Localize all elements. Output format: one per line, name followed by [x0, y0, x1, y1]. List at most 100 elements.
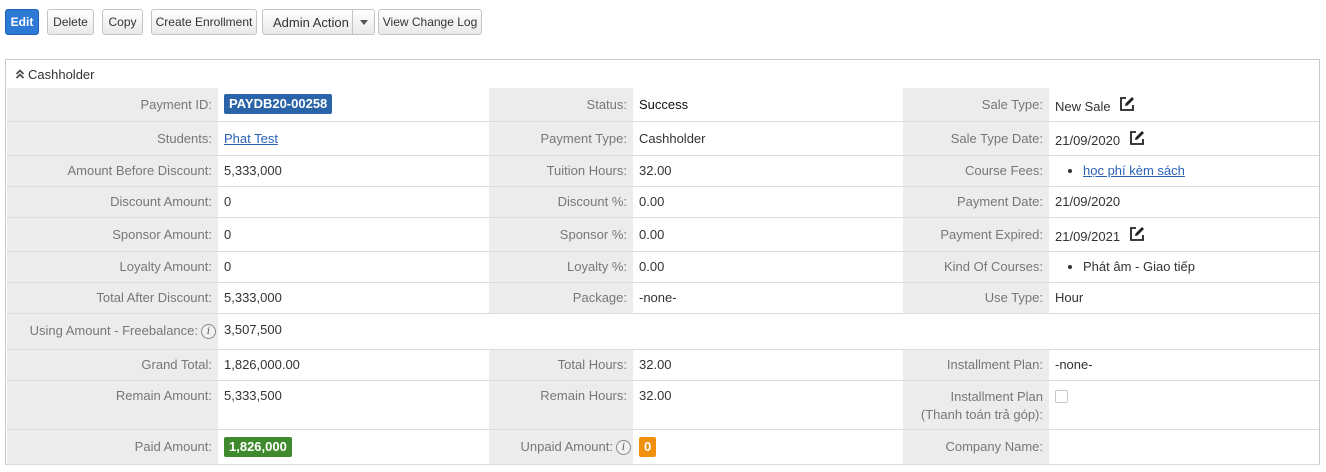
panel-header[interactable]: Cashholder	[6, 60, 1319, 88]
admin-action-button[interactable]: Admin Action	[262, 9, 375, 35]
chevron-double-up-icon[interactable]	[14, 68, 26, 80]
total-hours-value: 32.00	[633, 349, 903, 381]
paid-amount-label: Paid Amount:	[7, 429, 218, 465]
discount-pct-label: Discount %:	[489, 186, 633, 218]
edit-icon[interactable]	[1118, 95, 1136, 113]
row-payment-id: Payment ID: PAYDB20-00258 Status: Succes…	[7, 88, 1319, 122]
tuition-hours-label: Tuition Hours:	[489, 155, 633, 187]
caret-down-icon	[359, 19, 368, 25]
loyalty-amount-label: Loyalty Amount:	[7, 251, 218, 283]
row-remain: Remain Amount: 5,333,500 Remain Hours: 3…	[7, 380, 1319, 430]
info-icon[interactable]: i	[201, 324, 216, 339]
installment-plan-label: Installment Plan:	[903, 349, 1049, 381]
loyalty-pct-value: 0.00	[633, 251, 903, 283]
edit-button[interactable]: Edit	[5, 9, 39, 35]
unpaid-amount-cell: 0	[633, 429, 903, 465]
list-item: học phí kèm sách	[1083, 163, 1313, 178]
using-amount-value: 3,507,500	[218, 313, 489, 350]
package-label: Package:	[489, 282, 633, 314]
installment-plan-checkbox-cell	[1049, 380, 1319, 430]
discount-amount-value: 0	[218, 186, 489, 218]
row-using-amount: Using Amount - Freebalance: i 3,507,500	[7, 313, 1319, 350]
amount-before-discount-value: 5,333,000	[218, 155, 489, 187]
using-amount-label-cell: Using Amount - Freebalance: i	[7, 313, 218, 350]
section-title: Cashholder	[28, 66, 95, 82]
course-fees-cell: học phí kèm sách	[1049, 155, 1319, 187]
total-hours-label: Total Hours:	[489, 349, 633, 381]
payment-type-label: Payment Type:	[489, 121, 633, 156]
unpaid-amount-label-cell: Unpaid Amount: i	[489, 429, 633, 465]
copy-button[interactable]: Copy	[102, 9, 143, 35]
edit-icon[interactable]	[1128, 129, 1146, 147]
details-grid: Payment ID: PAYDB20-00258 Status: Succes…	[7, 88, 1319, 465]
sponsor-amount-label: Sponsor Amount:	[7, 217, 218, 252]
sale-type-date-value: 21/09/2020	[1055, 132, 1121, 148]
kind-of-courses-cell: Phát âm - Giao tiếp	[1049, 251, 1319, 283]
payment-expired-cell: 21/09/2021	[1049, 217, 1319, 252]
paid-amount-badge: 1,826,000	[224, 436, 292, 457]
course-fees-list: học phí kèm sách	[1055, 163, 1313, 178]
edit-icon[interactable]	[1128, 225, 1146, 243]
discount-pct-value: 0.00	[633, 186, 903, 218]
course-fee-link[interactable]: học phí kèm sách	[1083, 163, 1185, 178]
package-value: -none-	[633, 282, 903, 314]
payment-id-badge: PAYDB20-00258	[224, 94, 333, 115]
status-value: Success	[633, 88, 903, 122]
payment-date-label: Payment Date:	[903, 186, 1049, 218]
payment-date-value: 21/09/2020	[1049, 186, 1319, 218]
sale-type-label: Sale Type:	[903, 88, 1049, 122]
delete-button[interactable]: Delete	[47, 9, 94, 35]
total-after-discount-label: Total After Discount:	[7, 282, 218, 314]
grand-total-label: Grand Total:	[7, 349, 218, 381]
remain-hours-value: 32.00	[633, 380, 903, 430]
kind-of-courses-list: Phát âm - Giao tiếp	[1055, 259, 1313, 274]
using-amount-label: Using Amount - Freebalance:	[29, 323, 198, 338]
unpaid-amount-label: Unpaid Amount:	[520, 438, 613, 454]
loyalty-pct-label: Loyalty %:	[489, 251, 633, 283]
payment-id-label: Payment ID:	[7, 88, 218, 122]
installment-plan-vn-label-line2: (Thanh toán trả góp):	[920, 406, 1043, 422]
admin-action-label: Admin Action	[273, 14, 349, 30]
company-name-value	[1049, 429, 1319, 465]
sale-type-value: New Sale	[1055, 98, 1111, 114]
payment-expired-label: Payment Expired:	[903, 217, 1049, 252]
unpaid-amount-badge: 0	[639, 436, 657, 457]
student-link[interactable]: Phat Test	[224, 131, 278, 146]
create-enrollment-button[interactable]: Create Enrollment	[151, 9, 257, 35]
empty-cell	[489, 313, 1319, 350]
row-total-after-discount: Total After Discount: 5,333,000 Package:…	[7, 282, 1319, 314]
remain-amount-label: Remain Amount:	[7, 380, 218, 430]
students-cell: Phat Test	[218, 121, 489, 156]
view-change-log-button[interactable]: View Change Log	[378, 9, 482, 35]
students-label: Students:	[7, 121, 218, 156]
admin-action-dropdown[interactable]	[352, 10, 374, 34]
discount-amount-label: Discount Amount:	[7, 186, 218, 218]
company-name-label: Company Name:	[903, 429, 1049, 465]
sponsor-pct-value: 0.00	[633, 217, 903, 252]
row-loyalty: Loyalty Amount: 0 Loyalty %: 0.00 Kind O…	[7, 251, 1319, 283]
sale-type-cell: New Sale	[1049, 88, 1319, 122]
remain-amount-value: 5,333,500	[218, 380, 489, 430]
sale-type-date-label: Sale Type Date:	[903, 121, 1049, 156]
loyalty-amount-value: 0	[218, 251, 489, 283]
payment-type-value: Cashholder	[633, 121, 903, 156]
paid-amount-cell: 1,826,000	[218, 429, 489, 465]
info-icon[interactable]: i	[616, 439, 631, 455]
row-paid: Paid Amount: 1,826,000 Unpaid Amount: i 0…	[7, 429, 1319, 465]
cashholder-panel: Cashholder Payment ID: PAYDB20-00258 Sta…	[5, 59, 1320, 465]
row-grand-total: Grand Total: 1,826,000.00 Total Hours: 3…	[7, 349, 1319, 381]
grand-total-value: 1,826,000.00	[218, 349, 489, 381]
remain-hours-label: Remain Hours:	[489, 380, 633, 430]
kind-of-courses-label: Kind Of Courses:	[903, 251, 1049, 283]
total-after-discount-value: 5,333,000	[218, 282, 489, 314]
installment-plan-checkbox[interactable]	[1055, 389, 1068, 403]
amount-before-discount-label: Amount Before Discount:	[7, 155, 218, 187]
row-sponsor: Sponsor Amount: 0 Sponsor %: 0.00 Paymen…	[7, 217, 1319, 252]
sale-type-date-cell: 21/09/2020	[1049, 121, 1319, 156]
sponsor-amount-value: 0	[218, 217, 489, 252]
row-discount: Discount Amount: 0 Discount %: 0.00 Paym…	[7, 186, 1319, 218]
use-type-value: Hour	[1049, 282, 1319, 314]
use-type-label: Use Type:	[903, 282, 1049, 314]
payment-expired-value: 21/09/2021	[1055, 228, 1121, 244]
list-item: Phát âm - Giao tiếp	[1083, 259, 1313, 274]
